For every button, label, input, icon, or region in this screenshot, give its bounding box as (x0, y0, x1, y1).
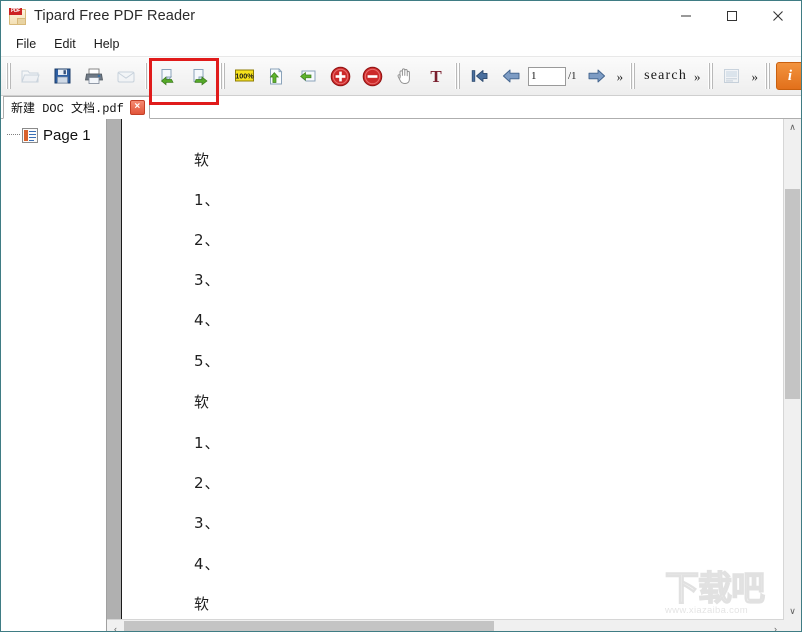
next-page-button[interactable] (581, 60, 613, 92)
sidebar-item-page-1[interactable]: Page 1 (1, 124, 106, 146)
menu-item-edit[interactable]: Edit (45, 34, 85, 54)
pdf-text-line: 2、 (194, 474, 221, 492)
pdf-text-line: 1、 (194, 191, 221, 209)
minimize-button[interactable] (663, 1, 709, 31)
svg-text:100%: 100% (235, 71, 254, 80)
document-tab[interactable]: 新建 DOC 文档.pdf × (3, 96, 150, 119)
application-window: PDF Tipard Free PDF Reader File Edit Hel… (0, 0, 802, 632)
pdf-text-line: 软 (194, 595, 211, 613)
toolbar-grip[interactable] (764, 63, 772, 89)
actual-size-button[interactable]: 100% (228, 60, 260, 92)
horizontal-scroll-thumb[interactable] (124, 621, 494, 631)
menu-item-help[interactable]: Help (85, 34, 129, 54)
rotate-left-button[interactable] (153, 60, 185, 92)
menu-bar: File Edit Help (1, 32, 801, 57)
pdf-text-line: 3、 (194, 271, 221, 289)
mail-button[interactable] (110, 60, 142, 92)
scroll-right-arrow-icon[interactable]: › (767, 620, 784, 631)
text-select-button[interactable]: T (420, 60, 452, 92)
svg-text:T: T (430, 67, 442, 85)
main-area: Page 1 软 1、 2、 3、 4、 5、 软 1、 2、 3、 4、 软 … (1, 119, 801, 631)
menu-item-file[interactable]: File (7, 34, 45, 54)
toolbar-grip[interactable] (706, 63, 714, 89)
document-tab-label: 新建 DOC 文档.pdf (11, 102, 124, 116)
pdf-text-line: 1、 (194, 434, 221, 452)
search-overflow-button[interactable]: » (690, 70, 705, 83)
toolbar-grip[interactable] (629, 63, 637, 89)
fit-width-button[interactable] (292, 60, 324, 92)
print-button[interactable] (78, 60, 110, 92)
vertical-scrollbar[interactable]: ∧ ∨ (783, 119, 801, 620)
vertical-scroll-thumb[interactable] (785, 189, 800, 399)
pdf-text-line: 3、 (194, 514, 221, 532)
thumbnail-panel-button[interactable] (716, 60, 748, 92)
maximize-button[interactable] (709, 1, 755, 31)
pdf-text-line: 5、 (194, 352, 221, 370)
toolbar-grip[interactable] (144, 63, 151, 89)
toolbar-grip[interactable] (454, 63, 461, 89)
zoom-in-button[interactable] (324, 60, 356, 92)
rotate-right-button[interactable] (185, 60, 217, 92)
tab-close-icon[interactable]: × (129, 100, 145, 115)
pdf-text-line: 4、 (194, 555, 221, 573)
first-page-button[interactable] (463, 60, 495, 92)
horizontal-scrollbar[interactable]: ‹ › (107, 619, 784, 631)
view-overflow-button[interactable]: » (748, 70, 763, 83)
page-tree-sidebar: Page 1 (1, 119, 107, 631)
close-button[interactable] (755, 1, 801, 31)
fit-page-button[interactable] (260, 60, 292, 92)
window-controls (663, 1, 801, 31)
pdf-text-line: 软 (194, 151, 211, 169)
search-input[interactable]: search (638, 68, 690, 84)
document-tab-strip: 新建 DOC 文档.pdf × (1, 96, 801, 119)
pdf-document-icon: PDF (8, 7, 26, 25)
title-bar: PDF Tipard Free PDF Reader (1, 1, 801, 32)
page-thumbnail-icon (22, 127, 38, 143)
save-button[interactable] (46, 60, 78, 92)
scroll-up-arrow-icon[interactable]: ∧ (784, 119, 801, 136)
toolbar: 100% T 1 /1 » search » » i (1, 57, 801, 105)
pdf-text-line: 2、 (194, 231, 221, 249)
sidebar-item-label: Page 1 (43, 126, 91, 144)
scroll-left-arrow-icon[interactable]: ‹ (107, 620, 124, 631)
page-left-margin (107, 119, 122, 620)
pdf-text-line: 4、 (194, 311, 221, 329)
page-total-label: /1 (568, 70, 577, 82)
window-title: Tipard Free PDF Reader (34, 8, 196, 24)
zoom-out-button[interactable] (356, 60, 388, 92)
scrollbar-corner (784, 620, 801, 631)
page-number-input[interactable] (528, 66, 566, 86)
info-button[interactable]: i (776, 62, 801, 90)
toolbar-grip[interactable] (5, 63, 12, 89)
tree-connector-icon (7, 134, 20, 136)
scroll-down-arrow-icon[interactable]: ∨ (784, 603, 801, 620)
navigation-overflow-button[interactable]: » (613, 70, 628, 83)
open-file-button[interactable] (14, 60, 46, 92)
pdf-text-line: 软 (194, 393, 211, 411)
toolbar-grip[interactable] (219, 63, 226, 89)
pdf-page-1: 软 1、 2、 3、 4、 5、 软 1、 2、 3、 4、 软 (122, 119, 784, 620)
page-canvas[interactable]: 软 1、 2、 3、 4、 5、 软 1、 2、 3、 4、 软 (107, 119, 784, 620)
hand-tool-button[interactable] (388, 60, 420, 92)
pdf-viewer: 软 1、 2、 3、 4、 5、 软 1、 2、 3、 4、 软 ∧ ∨ ‹ › (107, 119, 801, 631)
previous-page-button[interactable] (495, 60, 527, 92)
